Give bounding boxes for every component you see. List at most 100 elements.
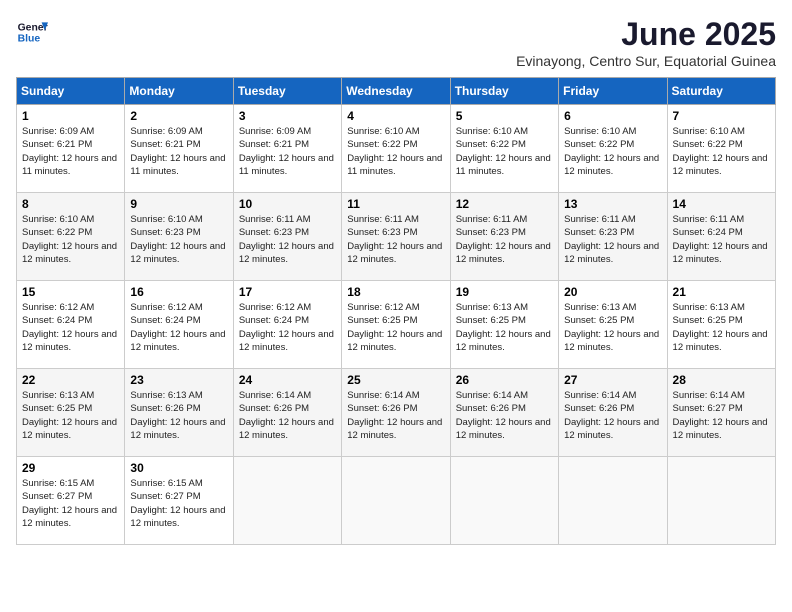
day-number: 7 [673,109,770,123]
day-info: Sunrise: 6:12 AMSunset: 6:25 PMDaylight:… [347,302,442,353]
day-info: Sunrise: 6:11 AMSunset: 6:23 PMDaylight:… [564,214,659,265]
day-number: 6 [564,109,661,123]
day-number: 16 [130,285,227,299]
day-number: 3 [239,109,336,123]
day-info: Sunrise: 6:11 AMSunset: 6:23 PMDaylight:… [456,214,551,265]
day-number: 23 [130,373,227,387]
calendar-cell [342,457,450,545]
day-number: 26 [456,373,553,387]
calendar-cell: 4 Sunrise: 6:10 AMSunset: 6:22 PMDayligh… [342,105,450,193]
day-info: Sunrise: 6:15 AMSunset: 6:27 PMDaylight:… [22,478,117,529]
day-number: 15 [22,285,119,299]
day-info: Sunrise: 6:14 AMSunset: 6:26 PMDaylight:… [347,390,442,441]
calendar-cell: 24 Sunrise: 6:14 AMSunset: 6:26 PMDaylig… [233,369,341,457]
day-number: 11 [347,197,444,211]
day-info: Sunrise: 6:13 AMSunset: 6:25 PMDaylight:… [564,302,659,353]
calendar-cell: 16 Sunrise: 6:12 AMSunset: 6:24 PMDaylig… [125,281,233,369]
day-number: 28 [673,373,770,387]
day-number: 19 [456,285,553,299]
day-info: Sunrise: 6:10 AMSunset: 6:22 PMDaylight:… [347,126,442,177]
calendar-cell: 2 Sunrise: 6:09 AMSunset: 6:21 PMDayligh… [125,105,233,193]
calendar-cell: 27 Sunrise: 6:14 AMSunset: 6:26 PMDaylig… [559,369,667,457]
day-info: Sunrise: 6:13 AMSunset: 6:26 PMDaylight:… [130,390,225,441]
day-number: 1 [22,109,119,123]
calendar-cell: 18 Sunrise: 6:12 AMSunset: 6:25 PMDaylig… [342,281,450,369]
day-info: Sunrise: 6:11 AMSunset: 6:23 PMDaylight:… [239,214,334,265]
day-info: Sunrise: 6:12 AMSunset: 6:24 PMDaylight:… [22,302,117,353]
day-info: Sunrise: 6:10 AMSunset: 6:22 PMDaylight:… [456,126,551,177]
calendar-cell [450,457,558,545]
calendar-cell: 15 Sunrise: 6:12 AMSunset: 6:24 PMDaylig… [17,281,125,369]
calendar-cell: 8 Sunrise: 6:10 AMSunset: 6:22 PMDayligh… [17,193,125,281]
calendar-cell: 26 Sunrise: 6:14 AMSunset: 6:26 PMDaylig… [450,369,558,457]
calendar-header-row: SundayMondayTuesdayWednesdayThursdayFrid… [17,78,776,105]
day-info: Sunrise: 6:13 AMSunset: 6:25 PMDaylight:… [673,302,768,353]
day-number: 17 [239,285,336,299]
header: General Blue June 2025 Evinayong, Centro… [16,16,776,69]
calendar-cell: 7 Sunrise: 6:10 AMSunset: 6:22 PMDayligh… [667,105,775,193]
calendar-cell [559,457,667,545]
calendar-cell: 28 Sunrise: 6:14 AMSunset: 6:27 PMDaylig… [667,369,775,457]
calendar-cell: 13 Sunrise: 6:11 AMSunset: 6:23 PMDaylig… [559,193,667,281]
day-info: Sunrise: 6:11 AMSunset: 6:23 PMDaylight:… [347,214,442,265]
day-number: 12 [456,197,553,211]
calendar-cell: 6 Sunrise: 6:10 AMSunset: 6:22 PMDayligh… [559,105,667,193]
calendar-cell: 30 Sunrise: 6:15 AMSunset: 6:27 PMDaylig… [125,457,233,545]
day-number: 9 [130,197,227,211]
calendar-header-monday: Monday [125,78,233,105]
day-number: 22 [22,373,119,387]
day-info: Sunrise: 6:14 AMSunset: 6:26 PMDaylight:… [456,390,551,441]
calendar-cell: 14 Sunrise: 6:11 AMSunset: 6:24 PMDaylig… [667,193,775,281]
calendar-cell: 1 Sunrise: 6:09 AMSunset: 6:21 PMDayligh… [17,105,125,193]
day-number: 2 [130,109,227,123]
day-number: 30 [130,461,227,475]
calendar-cell: 19 Sunrise: 6:13 AMSunset: 6:25 PMDaylig… [450,281,558,369]
calendar-header-wednesday: Wednesday [342,78,450,105]
calendar-cell: 11 Sunrise: 6:11 AMSunset: 6:23 PMDaylig… [342,193,450,281]
day-number: 25 [347,373,444,387]
calendar-week-3: 15 Sunrise: 6:12 AMSunset: 6:24 PMDaylig… [17,281,776,369]
day-number: 13 [564,197,661,211]
calendar-cell: 22 Sunrise: 6:13 AMSunset: 6:25 PMDaylig… [17,369,125,457]
calendar-cell: 25 Sunrise: 6:14 AMSunset: 6:26 PMDaylig… [342,369,450,457]
calendar-header-thursday: Thursday [450,78,558,105]
day-number: 20 [564,285,661,299]
calendar: SundayMondayTuesdayWednesdayThursdayFrid… [16,77,776,545]
calendar-cell: 3 Sunrise: 6:09 AMSunset: 6:21 PMDayligh… [233,105,341,193]
day-info: Sunrise: 6:12 AMSunset: 6:24 PMDaylight:… [239,302,334,353]
month-title: June 2025 [516,16,776,53]
calendar-cell: 21 Sunrise: 6:13 AMSunset: 6:25 PMDaylig… [667,281,775,369]
day-number: 5 [456,109,553,123]
calendar-cell: 23 Sunrise: 6:13 AMSunset: 6:26 PMDaylig… [125,369,233,457]
day-info: Sunrise: 6:10 AMSunset: 6:23 PMDaylight:… [130,214,225,265]
calendar-cell: 5 Sunrise: 6:10 AMSunset: 6:22 PMDayligh… [450,105,558,193]
calendar-header-sunday: Sunday [17,78,125,105]
calendar-week-4: 22 Sunrise: 6:13 AMSunset: 6:25 PMDaylig… [17,369,776,457]
day-info: Sunrise: 6:13 AMSunset: 6:25 PMDaylight:… [456,302,551,353]
day-info: Sunrise: 6:12 AMSunset: 6:24 PMDaylight:… [130,302,225,353]
day-info: Sunrise: 6:09 AMSunset: 6:21 PMDaylight:… [22,126,117,177]
calendar-week-5: 29 Sunrise: 6:15 AMSunset: 6:27 PMDaylig… [17,457,776,545]
day-number: 18 [347,285,444,299]
logo-icon: General Blue [16,16,48,48]
day-info: Sunrise: 6:14 AMSunset: 6:27 PMDaylight:… [673,390,768,441]
day-info: Sunrise: 6:13 AMSunset: 6:25 PMDaylight:… [22,390,117,441]
calendar-cell: 29 Sunrise: 6:15 AMSunset: 6:27 PMDaylig… [17,457,125,545]
calendar-header-tuesday: Tuesday [233,78,341,105]
day-info: Sunrise: 6:15 AMSunset: 6:27 PMDaylight:… [130,478,225,529]
day-info: Sunrise: 6:10 AMSunset: 6:22 PMDaylight:… [673,126,768,177]
day-info: Sunrise: 6:10 AMSunset: 6:22 PMDaylight:… [564,126,659,177]
day-info: Sunrise: 6:14 AMSunset: 6:26 PMDaylight:… [564,390,659,441]
day-info: Sunrise: 6:11 AMSunset: 6:24 PMDaylight:… [673,214,768,265]
calendar-week-1: 1 Sunrise: 6:09 AMSunset: 6:21 PMDayligh… [17,105,776,193]
day-info: Sunrise: 6:10 AMSunset: 6:22 PMDaylight:… [22,214,117,265]
calendar-cell [233,457,341,545]
calendar-header-friday: Friday [559,78,667,105]
day-number: 14 [673,197,770,211]
svg-text:Blue: Blue [18,34,41,45]
day-number: 21 [673,285,770,299]
calendar-header-saturday: Saturday [667,78,775,105]
day-info: Sunrise: 6:09 AMSunset: 6:21 PMDaylight:… [239,126,334,177]
day-number: 10 [239,197,336,211]
day-number: 4 [347,109,444,123]
